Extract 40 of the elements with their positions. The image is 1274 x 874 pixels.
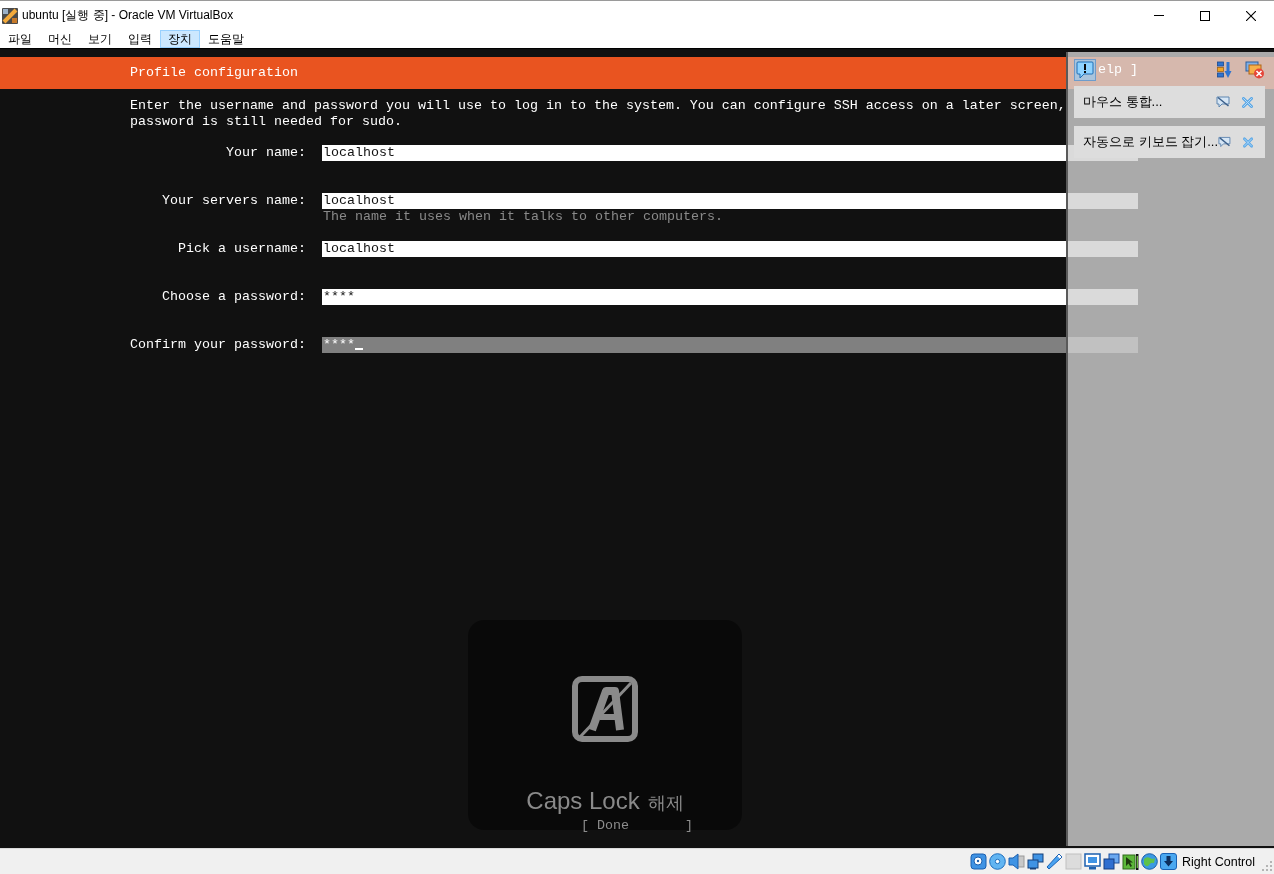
pointer-icon[interactable]	[1122, 853, 1140, 870]
app-logo-icon	[2, 7, 18, 24]
display-icon[interactable]	[1084, 853, 1102, 870]
hint-text: The name it uses when it talks to other computers.	[322, 209, 724, 225]
menu-item[interactable]: 머신	[40, 30, 80, 48]
menu-item[interactable]: 장치	[160, 30, 200, 48]
menu-item[interactable]: 입력	[120, 30, 160, 48]
caps-lock-state: 해제	[647, 792, 684, 815]
speaker-icon[interactable]	[1008, 853, 1026, 870]
intro-text: password is still needed for sudo.	[130, 114, 402, 130]
done-button[interactable]: [ Done ]	[581, 818, 693, 834]
optical-disc-icon[interactable]	[989, 853, 1007, 870]
notification-text: 마우스 통합...	[1083, 93, 1163, 111]
host-key-label: Right Control	[1182, 854, 1255, 869]
crossed-letter-icon	[572, 676, 638, 742]
crossed-bubble-icon[interactable]	[1216, 96, 1230, 108]
field-label: Your servers name:	[161, 193, 306, 209]
cursor-icon	[355, 348, 363, 350]
field-label: Choose a password:	[161, 289, 306, 305]
close-all-icon[interactable]	[1245, 61, 1265, 79]
menu-item[interactable]: 도움말	[200, 30, 252, 48]
window-title: ubuntu [실행 중] - Oracle VM VirtualBox	[22, 7, 234, 24]
crossed-bubble-icon[interactable]	[1218, 136, 1231, 148]
globe-icon[interactable]	[1141, 853, 1159, 870]
menu-item[interactable]: 보기	[80, 30, 120, 48]
maximize-icon[interactable]	[1200, 10, 1210, 21]
close-icon[interactable]	[1246, 10, 1256, 21]
field-label: Confirm your password:	[130, 337, 306, 353]
screen-title: Profile configuration	[130, 65, 298, 81]
resize-grip-icon[interactable]	[1262, 861, 1272, 871]
field-label: Your name:	[225, 145, 306, 161]
menu-item[interactable]: 파일	[0, 30, 40, 48]
windows-icon[interactable]	[1103, 853, 1121, 870]
intro-text: Enter the username and password you will use to log in to the system. You can configure SSH access on a later screen,	[130, 98, 1066, 114]
sort-down-icon[interactable]	[1217, 61, 1233, 79]
field-label: Pick a username:	[177, 241, 306, 257]
alert-bubble-icon[interactable]	[1074, 59, 1096, 81]
usb-icon[interactable]	[1046, 853, 1064, 870]
caps-lock-label: Caps Lock	[526, 786, 640, 816]
network-icon[interactable]	[1027, 853, 1045, 870]
